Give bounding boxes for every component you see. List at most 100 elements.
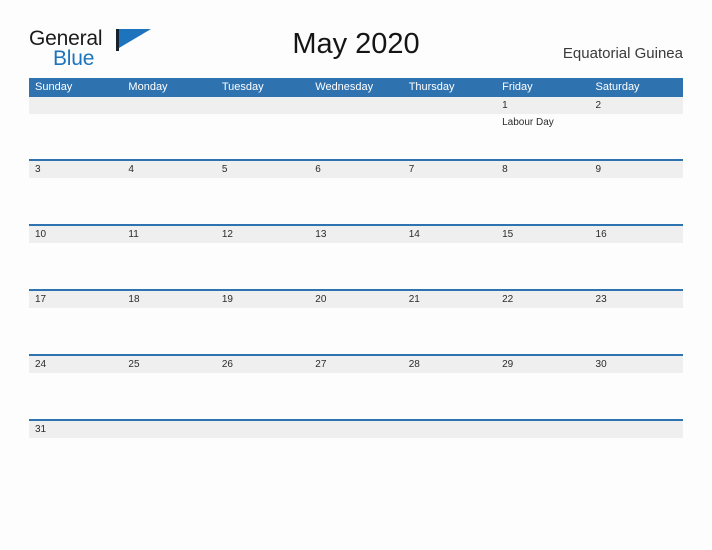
day-number[interactable]: 21 (403, 291, 496, 308)
day-number[interactable]: 6 (309, 161, 402, 178)
day-cell[interactable] (403, 308, 496, 354)
day-number[interactable]: 24 (29, 356, 122, 373)
week-body (29, 373, 683, 421)
day-number[interactable] (122, 97, 215, 114)
day-number[interactable] (29, 97, 122, 114)
day-number[interactable] (590, 421, 683, 438)
day-number[interactable] (122, 421, 215, 438)
day-cell[interactable] (496, 438, 589, 486)
day-cell[interactable] (29, 178, 122, 224)
day-cell[interactable] (590, 243, 683, 289)
day-cell[interactable] (496, 243, 589, 289)
day-cell[interactable] (29, 438, 122, 486)
day-cell[interactable] (309, 308, 402, 354)
weekday-header-row: Sunday Monday Tuesday Wednesday Thursday… (29, 78, 683, 97)
day-cell[interactable] (590, 178, 683, 224)
weekday-header-saturday: Saturday (595, 81, 640, 93)
day-number[interactable]: 4 (122, 161, 215, 178)
day-cell[interactable] (122, 178, 215, 224)
day-event: Labour Day (502, 117, 554, 128)
day-number[interactable]: 29 (496, 356, 589, 373)
day-cell[interactable] (309, 243, 402, 289)
day-cell[interactable] (29, 308, 122, 354)
day-cell[interactable] (496, 373, 589, 419)
day-number[interactable]: 10 (29, 226, 122, 243)
day-number[interactable]: 16 (590, 226, 683, 243)
day-cell[interactable] (122, 243, 215, 289)
day-number[interactable]: 12 (216, 226, 309, 243)
week-body (29, 243, 683, 291)
day-cell[interactable] (496, 308, 589, 354)
day-cell[interactable] (216, 438, 309, 486)
day-number[interactable] (496, 421, 589, 438)
day-number[interactable]: 26 (216, 356, 309, 373)
weekday-header-sunday: Sunday (35, 81, 73, 93)
week-date-band: 31 (29, 421, 683, 438)
day-number[interactable] (309, 97, 402, 114)
day-cell[interactable] (403, 438, 496, 486)
day-number[interactable]: 5 (216, 161, 309, 178)
day-number[interactable]: 30 (590, 356, 683, 373)
day-cell[interactable] (403, 373, 496, 419)
day-number[interactable]: 11 (122, 226, 215, 243)
day-number[interactable] (309, 421, 402, 438)
day-cell[interactable] (309, 114, 402, 159)
week-date-band: 24 25 26 27 28 29 30 (29, 356, 683, 373)
day-cell[interactable] (29, 243, 122, 289)
day-number[interactable]: 31 (29, 421, 122, 438)
day-number[interactable]: 13 (309, 226, 402, 243)
day-number[interactable]: 27 (309, 356, 402, 373)
weekday-header-tuesday: Tuesday (221, 81, 264, 93)
day-number[interactable]: 19 (216, 291, 309, 308)
day-cell[interactable] (403, 178, 496, 224)
day-cell[interactable] (216, 373, 309, 419)
day-number[interactable] (403, 421, 496, 438)
week-date-band: 3 4 5 6 7 8 9 (29, 161, 683, 178)
day-number[interactable]: 8 (496, 161, 589, 178)
day-cell[interactable] (122, 114, 215, 159)
day-cell[interactable] (122, 373, 215, 419)
day-cell[interactable]: Labour Day (496, 114, 589, 159)
day-cell[interactable] (122, 438, 215, 486)
day-cell[interactable] (590, 373, 683, 419)
day-number[interactable]: 25 (122, 356, 215, 373)
day-cell[interactable] (216, 178, 309, 224)
day-cell[interactable] (590, 114, 683, 159)
day-number[interactable]: 1 (496, 97, 589, 114)
day-cell[interactable] (29, 114, 122, 159)
day-number[interactable]: 2 (590, 97, 683, 114)
day-cell[interactable] (590, 308, 683, 354)
day-number[interactable]: 28 (403, 356, 496, 373)
calendar-week-row: 31 (29, 421, 683, 486)
day-number[interactable]: 7 (403, 161, 496, 178)
day-number[interactable]: 9 (590, 161, 683, 178)
day-cell[interactable] (403, 114, 496, 159)
day-cell[interactable] (309, 438, 402, 486)
day-cell[interactable] (216, 114, 309, 159)
day-number[interactable]: 3 (29, 161, 122, 178)
day-number[interactable] (216, 97, 309, 114)
calendar-week-row: 3 4 5 6 7 8 9 (29, 161, 683, 226)
day-number[interactable]: 20 (309, 291, 402, 308)
day-cell[interactable] (122, 308, 215, 354)
day-number[interactable]: 18 (122, 291, 215, 308)
day-number[interactable]: 17 (29, 291, 122, 308)
day-cell[interactable] (216, 243, 309, 289)
day-cell[interactable] (29, 373, 122, 419)
day-cell[interactable] (216, 308, 309, 354)
day-cell[interactable] (309, 373, 402, 419)
day-number[interactable] (216, 421, 309, 438)
day-cell[interactable] (496, 178, 589, 224)
country-label: Equatorial Guinea (562, 45, 683, 62)
day-cell[interactable] (403, 243, 496, 289)
day-cell[interactable] (309, 178, 402, 224)
day-number[interactable]: 23 (590, 291, 683, 308)
day-number[interactable] (403, 97, 496, 114)
day-number[interactable]: 15 (496, 226, 589, 243)
week-body (29, 178, 683, 226)
weekday-header-friday: Friday (502, 81, 533, 93)
day-number[interactable]: 14 (403, 226, 496, 243)
day-number[interactable]: 22 (496, 291, 589, 308)
day-cell[interactable] (590, 438, 683, 486)
weekday-header-monday: Monday (128, 81, 168, 93)
